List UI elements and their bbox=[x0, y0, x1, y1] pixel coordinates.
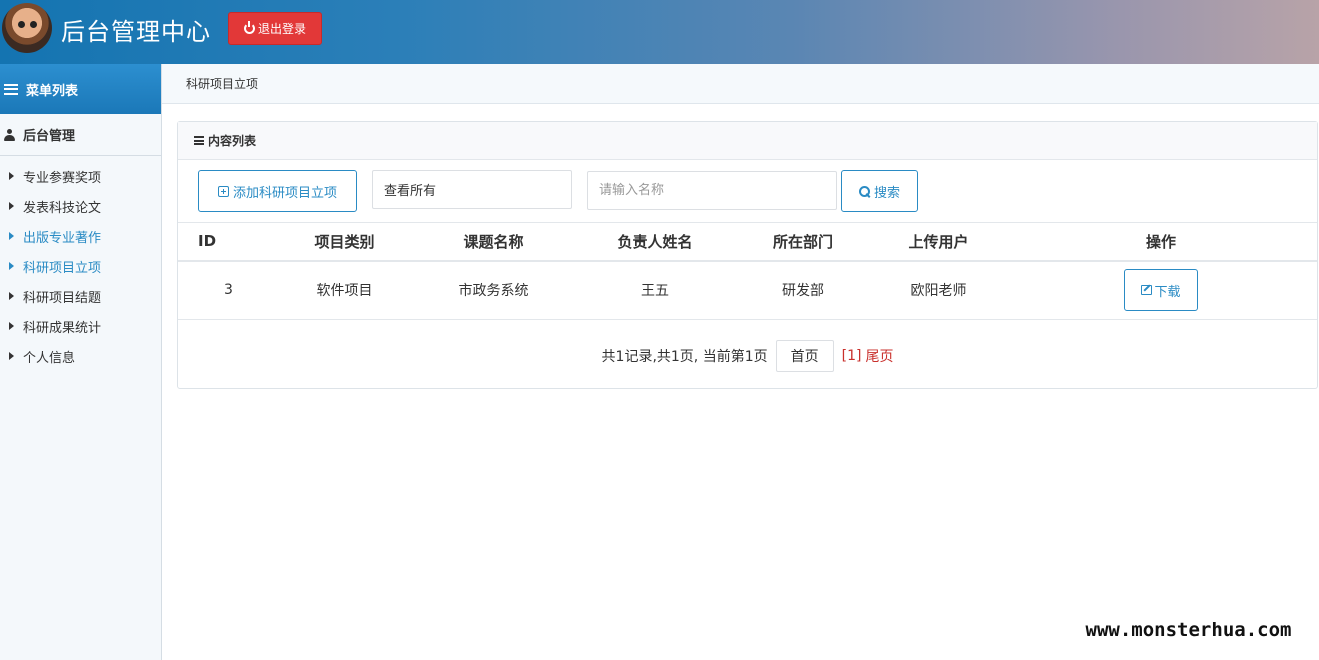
sidebar-menu: 专业参赛奖项 发表科技论文 出版专业著作 科研项目立项 科研项目结题 科研成果统… bbox=[0, 156, 161, 371]
search-label: 搜索 bbox=[873, 185, 900, 201]
search-input[interactable] bbox=[587, 171, 837, 210]
last-page-link[interactable]: 尾页 bbox=[865, 346, 893, 366]
panel-header: 内容列表 bbox=[178, 122, 1317, 160]
sidebar-item-papers[interactable]: 发表科技论文 bbox=[0, 191, 161, 221]
breadcrumb: 科研项目立项 bbox=[162, 64, 1319, 104]
current-page-link[interactable]: [1] bbox=[842, 348, 862, 364]
sidebar-item-label: 科研项目立项 bbox=[23, 260, 102, 276]
sidebar-item-statistics[interactable]: 科研成果统计 bbox=[0, 311, 161, 341]
plus-square-icon bbox=[217, 185, 229, 197]
avatar-eye bbox=[30, 21, 37, 28]
menu-header: 菜单列表 bbox=[0, 64, 161, 114]
search-button[interactable]: 搜索 bbox=[841, 170, 918, 212]
table-row: 3 软件项目 市政务系统 王五 研发部 欧阳老师 下载 bbox=[178, 260, 1317, 320]
cell-type: 软件项目 bbox=[278, 260, 411, 320]
list-icon bbox=[4, 83, 18, 95]
add-project-label: 添加科研项目立项 bbox=[232, 185, 337, 201]
caret-right-icon bbox=[9, 292, 14, 300]
caret-right-icon bbox=[9, 322, 14, 330]
pagination-summary: 共1记录,共1页, 当前第1页 bbox=[601, 349, 768, 365]
power-icon bbox=[243, 21, 255, 34]
caret-right-icon bbox=[9, 232, 14, 240]
caret-right-icon bbox=[9, 202, 14, 210]
sidebar: 菜单列表 后台管理 专业参赛奖项 发表科技论文 出版专业著作 科研项目立项 科研… bbox=[0, 64, 162, 660]
column-header-id: ID bbox=[178, 222, 278, 262]
edit-icon bbox=[1141, 285, 1153, 296]
column-header-uploader: 上传用户 bbox=[872, 222, 1005, 262]
logout-button[interactable]: 退出登录 bbox=[228, 12, 322, 45]
column-header-dept: 所在部门 bbox=[734, 222, 872, 262]
sidebar-item-project-closure[interactable]: 科研项目结题 bbox=[0, 281, 161, 311]
sidebar-item-books[interactable]: 出版专业著作 bbox=[0, 221, 161, 251]
download-label: 下载 bbox=[1154, 284, 1181, 300]
caret-right-icon bbox=[9, 172, 14, 180]
sidebar-item-awards[interactable]: 专业参赛奖项 bbox=[0, 161, 161, 191]
sidebar-item-label: 科研成果统计 bbox=[23, 320, 102, 336]
sidebar-group-admin[interactable]: 后台管理 bbox=[0, 114, 161, 156]
panel-title: 内容列表 bbox=[208, 134, 257, 148]
menu-title: 菜单列表 bbox=[26, 83, 79, 99]
cell-action: 下载 bbox=[1005, 260, 1317, 320]
search-icon bbox=[858, 185, 870, 197]
sidebar-item-profile[interactable]: 个人信息 bbox=[0, 341, 161, 371]
caret-right-icon bbox=[9, 262, 14, 270]
project-table: ID 项目类别 课题名称 负责人姓名 所在部门 上传用户 操作 3 软件项目 市… bbox=[178, 222, 1317, 320]
sidebar-item-label: 发表科技论文 bbox=[23, 200, 102, 216]
view-filter-select[interactable]: 查看所有 bbox=[372, 170, 572, 209]
avatar bbox=[2, 3, 52, 53]
toolbar: 添加科研项目立项 查看所有 搜索 bbox=[178, 160, 1317, 222]
cell-uploader: 欧阳老师 bbox=[872, 260, 1005, 320]
sidebar-item-label: 科研项目结题 bbox=[23, 290, 102, 306]
logout-label: 退出登录 bbox=[257, 22, 306, 36]
column-header-action: 操作 bbox=[1005, 222, 1317, 262]
cell-id: 3 bbox=[178, 260, 278, 320]
bars-icon bbox=[194, 136, 204, 145]
sidebar-item-label: 专业参赛奖项 bbox=[23, 170, 102, 186]
column-header-type: 项目类别 bbox=[278, 222, 411, 262]
download-button[interactable]: 下载 bbox=[1124, 269, 1198, 312]
column-header-name: 课题名称 bbox=[411, 222, 576, 262]
sidebar-item-label: 出版专业著作 bbox=[23, 230, 102, 246]
avatar-eye bbox=[18, 21, 25, 28]
first-page-button[interactable]: 首页 bbox=[775, 340, 834, 372]
group-title: 后台管理 bbox=[23, 129, 76, 144]
cell-dept: 研发部 bbox=[734, 260, 872, 320]
watermark: www.monsterhua.com bbox=[1058, 606, 1319, 654]
sidebar-item-project-approval[interactable]: 科研项目立项 bbox=[0, 251, 161, 281]
app-title: 后台管理中心 bbox=[61, 18, 211, 46]
content-panel: 内容列表 添加科研项目立项 查看所有 搜索 ID 项目类别 课题名称 负责人姓名… bbox=[177, 121, 1318, 389]
cell-name: 市政务系统 bbox=[411, 260, 576, 320]
user-icon bbox=[4, 128, 15, 141]
table-header-row: ID 项目类别 课题名称 负责人姓名 所在部门 上传用户 操作 bbox=[178, 222, 1317, 262]
cell-owner: 王五 bbox=[576, 260, 734, 320]
sidebar-item-label: 个人信息 bbox=[23, 350, 76, 366]
top-header: 后台管理中心 退出登录 bbox=[0, 0, 1319, 64]
column-header-owner: 负责人姓名 bbox=[576, 222, 734, 262]
pagination: 共1记录,共1页, 当前第1页 首页 [1] 尾页 bbox=[178, 338, 1317, 374]
add-project-button[interactable]: 添加科研项目立项 bbox=[198, 170, 357, 212]
caret-right-icon bbox=[9, 352, 14, 360]
